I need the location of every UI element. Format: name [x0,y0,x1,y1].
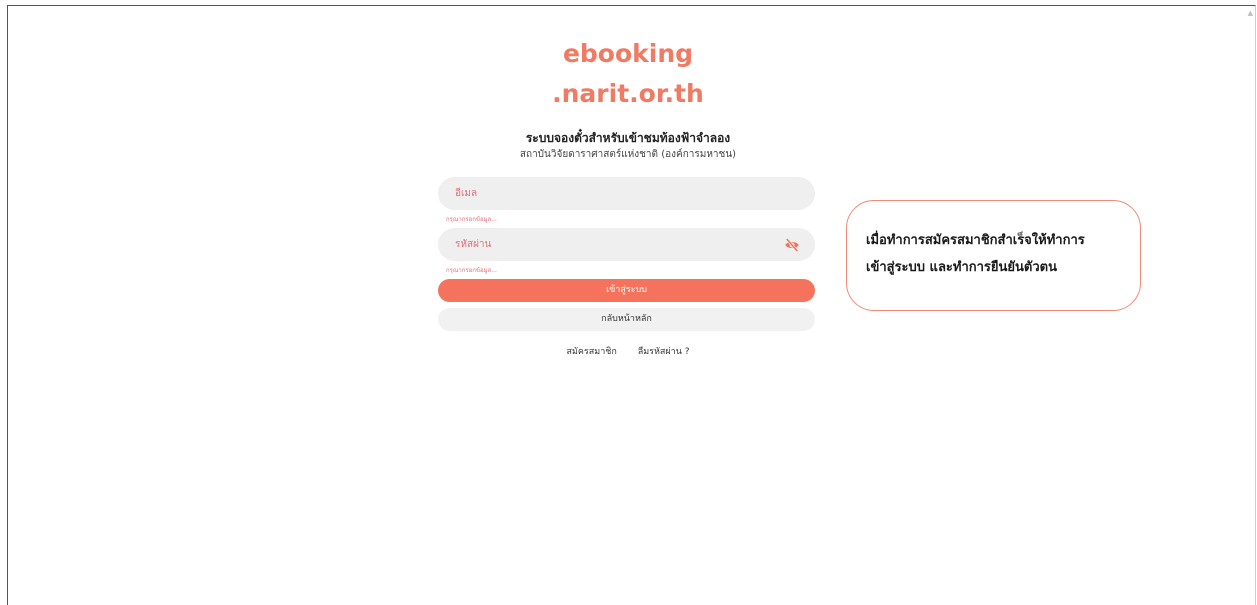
email-field-wrapper [438,177,815,210]
email-input[interactable] [438,177,755,210]
email-error-text: กรุณากรอกข้อมูล... [446,216,497,223]
password-input[interactable] [438,228,755,261]
forgot-password-link[interactable]: ลืมรหัสผ่าน ? [638,347,690,357]
scroll-up-icon[interactable]: ▲ [1248,9,1253,17]
callout-line-1: เมื่อทำการสมัครสมาชิกสำเร็จให้ทำการ [866,233,1085,248]
eye-slash-icon[interactable] [784,237,800,253]
login-button[interactable]: เข้าสู่ระบบ [438,279,815,302]
register-link[interactable]: สมัครสมาชิก [566,347,616,357]
auth-links: สมัครสมาชิก ลืมรหัสผ่าน ? [400,344,856,358]
password-field-wrapper [438,228,815,261]
password-error-text: กรุณากรอกข้อมูล... [446,267,497,274]
callout-line-2: เข้าสู่ระบบ และทำการยืนยันตัวตน [866,260,1057,275]
logo-line-2: .narit.or.th [552,79,704,108]
back-home-button[interactable]: กลับหน้าหลัก [438,308,815,331]
site-logo: ebooking .narit.or.th [520,34,736,114]
logo-line-1: ebooking [562,39,694,68]
page-title: ระบบจองตั๋วสำหรับเข้าชมท้องฟ้าจำลอง [525,131,731,145]
instruction-callout: เมื่อทำการสมัครสมาชิกสำเร็จให้ทำการ เข้า… [846,200,1141,311]
page-subtitle: สถาบันวิจัยดาราศาสตร์แห่งชาติ (องค์การมห… [519,149,737,160]
